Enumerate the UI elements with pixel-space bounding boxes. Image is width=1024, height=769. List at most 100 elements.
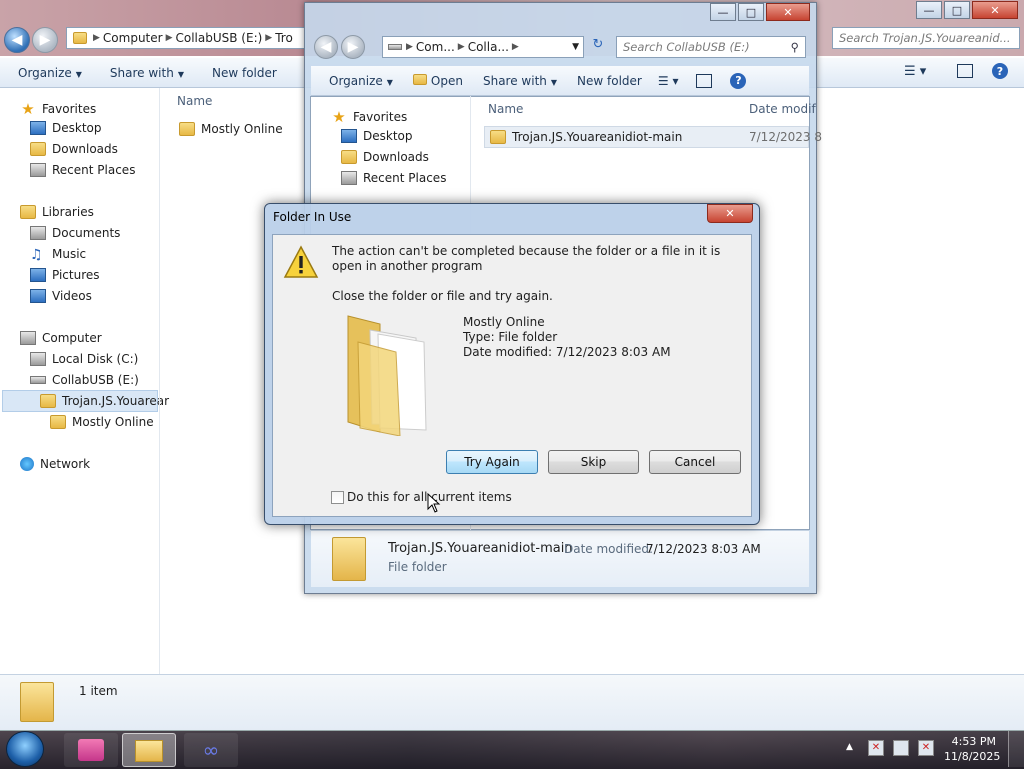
file-item-mostly-online[interactable]: Mostly Online bbox=[179, 122, 283, 136]
search-input[interactable]: Search CollabUSB (E:) ⚲ bbox=[616, 36, 806, 58]
column-name-header[interactable]: Name bbox=[488, 102, 523, 116]
nav-pictures[interactable]: Pictures bbox=[30, 268, 100, 282]
nav-collabusb[interactable]: CollabUSB (E:) bbox=[30, 373, 139, 387]
nav-recent-places[interactable]: Recent Places bbox=[30, 163, 135, 177]
help-icon[interactable]: ? bbox=[730, 72, 747, 89]
action-center-icon[interactable]: ✕ bbox=[868, 740, 884, 756]
folder-icon bbox=[412, 73, 427, 85]
file-row-date: 7/12/2023 8 bbox=[749, 130, 822, 144]
nav-desktop[interactable]: Desktop bbox=[30, 121, 102, 135]
taskbar-clock[interactable]: 4:53 PM 11/8/2025 bbox=[944, 734, 1000, 764]
forward-button[interactable]: ▶ bbox=[32, 27, 58, 53]
nav-music[interactable]: ♫ Music bbox=[30, 247, 86, 263]
nav-libraries[interactable]: Libraries bbox=[20, 205, 94, 219]
nav-downloads[interactable]: Downloads bbox=[30, 142, 118, 156]
refresh-icon[interactable]: ↻ bbox=[588, 37, 608, 57]
downloads-icon bbox=[341, 150, 357, 164]
libraries-icon bbox=[20, 205, 36, 219]
nav-local-disk[interactable]: Local Disk (C:) bbox=[30, 352, 138, 366]
details-date-value: 7/12/2023 8:03 AM bbox=[646, 542, 761, 556]
dialog-close-button[interactable]: ✕ bbox=[707, 204, 753, 223]
forward-button[interactable]: ▶ bbox=[341, 35, 365, 59]
documents-icon bbox=[30, 226, 46, 240]
nav-recent-places[interactable]: Recent Places bbox=[341, 171, 446, 185]
nav-network[interactable]: Network bbox=[20, 457, 90, 471]
search-icon[interactable]: ⚲ bbox=[791, 40, 799, 54]
organize-menu[interactable]: Organize ▼ bbox=[329, 74, 393, 88]
hard-drive-icon bbox=[30, 352, 46, 366]
help-icon[interactable]: ? bbox=[992, 63, 1008, 79]
folder-icon bbox=[40, 394, 56, 408]
background-status-bar bbox=[0, 674, 1024, 731]
organize-menu[interactable]: Organize ▼ bbox=[18, 66, 82, 80]
back-button[interactable]: ◀ bbox=[314, 35, 338, 59]
maximize-button[interactable]: □ bbox=[944, 1, 970, 19]
view-options-icon[interactable]: ☰ ▾ bbox=[658, 74, 679, 88]
file-row-trojan[interactable]: Trojan.JS.Youareanidiot-main bbox=[490, 130, 682, 144]
nav-downloads[interactable]: Downloads bbox=[341, 150, 429, 164]
minimize-button[interactable]: — bbox=[916, 1, 942, 19]
desktop-icon bbox=[30, 121, 46, 135]
details-name: Trojan.JS.Youareanidiot-main bbox=[388, 541, 573, 556]
start-button[interactable] bbox=[6, 731, 44, 767]
preview-pane-icon[interactable] bbox=[696, 73, 713, 88]
taskbar-explorer[interactable] bbox=[122, 733, 176, 767]
breadcrumb-computer[interactable]: Computer bbox=[103, 31, 163, 45]
new-folder-button[interactable]: New folder bbox=[212, 66, 277, 80]
folder-icon bbox=[490, 130, 506, 144]
nav-documents[interactable]: Documents bbox=[30, 226, 120, 240]
details-pane bbox=[311, 530, 809, 587]
breadcrumb-collabusb[interactable]: CollabUSB (E:) bbox=[176, 31, 263, 45]
nav-trojan-folder[interactable]: Trojan.JS.Youarear bbox=[40, 394, 169, 408]
nav-mostly-online[interactable]: Mostly Online bbox=[50, 415, 154, 429]
computer-icon bbox=[20, 331, 36, 345]
usb-drive-icon bbox=[30, 376, 46, 384]
nav-favorites[interactable]: ★ Favorites bbox=[331, 108, 407, 126]
infinity-app-icon: ∞ bbox=[202, 738, 220, 762]
column-date-header[interactable]: Date modif bbox=[749, 102, 816, 116]
downloads-icon bbox=[30, 142, 46, 156]
star-icon: ★ bbox=[332, 108, 346, 126]
nav-desktop[interactable]: Desktop bbox=[341, 129, 413, 143]
background-address-bar[interactable]: ▶ Computer ▶ CollabUSB (E:) ▶ Tro bbox=[66, 27, 306, 49]
network-icon bbox=[20, 457, 34, 471]
details-type: File folder bbox=[388, 560, 447, 574]
taskbar-app-cat[interactable] bbox=[64, 733, 118, 767]
front-toolbar: Organize ▼ Open Share with ▼ New folder ☰ … bbox=[311, 66, 809, 96]
nav-favorites[interactable]: ★ Favorites bbox=[20, 100, 96, 118]
clock-time: 4:53 PM bbox=[951, 735, 996, 748]
pictures-icon bbox=[30, 268, 46, 282]
background-search-input[interactable]: Search Trojan.JS.Youareanid... bbox=[832, 27, 1020, 49]
minimize-button[interactable]: — bbox=[710, 3, 736, 21]
maximize-button[interactable]: □ bbox=[738, 3, 764, 21]
details-date-label: Date modified: bbox=[564, 542, 654, 556]
back-button[interactable]: ◀ bbox=[4, 27, 30, 53]
dialog-title: Folder In Use bbox=[273, 210, 352, 224]
preview-pane-icon[interactable] bbox=[957, 64, 973, 78]
close-button[interactable]: ✕ bbox=[766, 3, 810, 21]
skip-button[interactable]: Skip bbox=[548, 450, 639, 474]
column-name-header[interactable]: Name bbox=[177, 94, 212, 108]
breadcrumb-trojan[interactable]: Tro bbox=[275, 31, 293, 45]
volume-icon[interactable]: ✕ bbox=[918, 740, 934, 756]
show-desktop-button[interactable] bbox=[1008, 731, 1024, 767]
do-this-for-all-checkbox[interactable] bbox=[331, 491, 344, 504]
explorer-icon bbox=[135, 740, 163, 762]
chevron-down-icon[interactable]: ▼ bbox=[572, 42, 579, 52]
show-hidden-icons-icon[interactable]: ▲ bbox=[846, 742, 853, 752]
breadcrumb-collabusb[interactable]: Colla... bbox=[468, 40, 509, 54]
network-tray-icon[interactable] bbox=[893, 740, 909, 756]
nav-videos[interactable]: Videos bbox=[30, 289, 92, 303]
new-folder-button[interactable]: New folder bbox=[577, 74, 642, 88]
view-options-icon[interactable]: ☰ ▾ bbox=[904, 64, 926, 79]
open-button[interactable]: Open bbox=[412, 73, 463, 88]
nav-computer[interactable]: Computer bbox=[20, 331, 102, 345]
taskbar-app-infinity[interactable]: ∞ bbox=[184, 733, 238, 767]
share-with-menu[interactable]: Share with ▼ bbox=[483, 74, 557, 88]
address-bar[interactable]: ▶ Com... ▶ Colla... ▶ ▼ bbox=[382, 36, 584, 58]
try-again-button[interactable]: Try Again bbox=[446, 450, 538, 474]
cancel-button[interactable]: Cancel bbox=[649, 450, 741, 474]
breadcrumb-computer[interactable]: Com... bbox=[416, 40, 455, 54]
close-button[interactable]: ✕ bbox=[972, 1, 1018, 19]
share-with-menu[interactable]: Share with ▼ bbox=[110, 66, 184, 80]
